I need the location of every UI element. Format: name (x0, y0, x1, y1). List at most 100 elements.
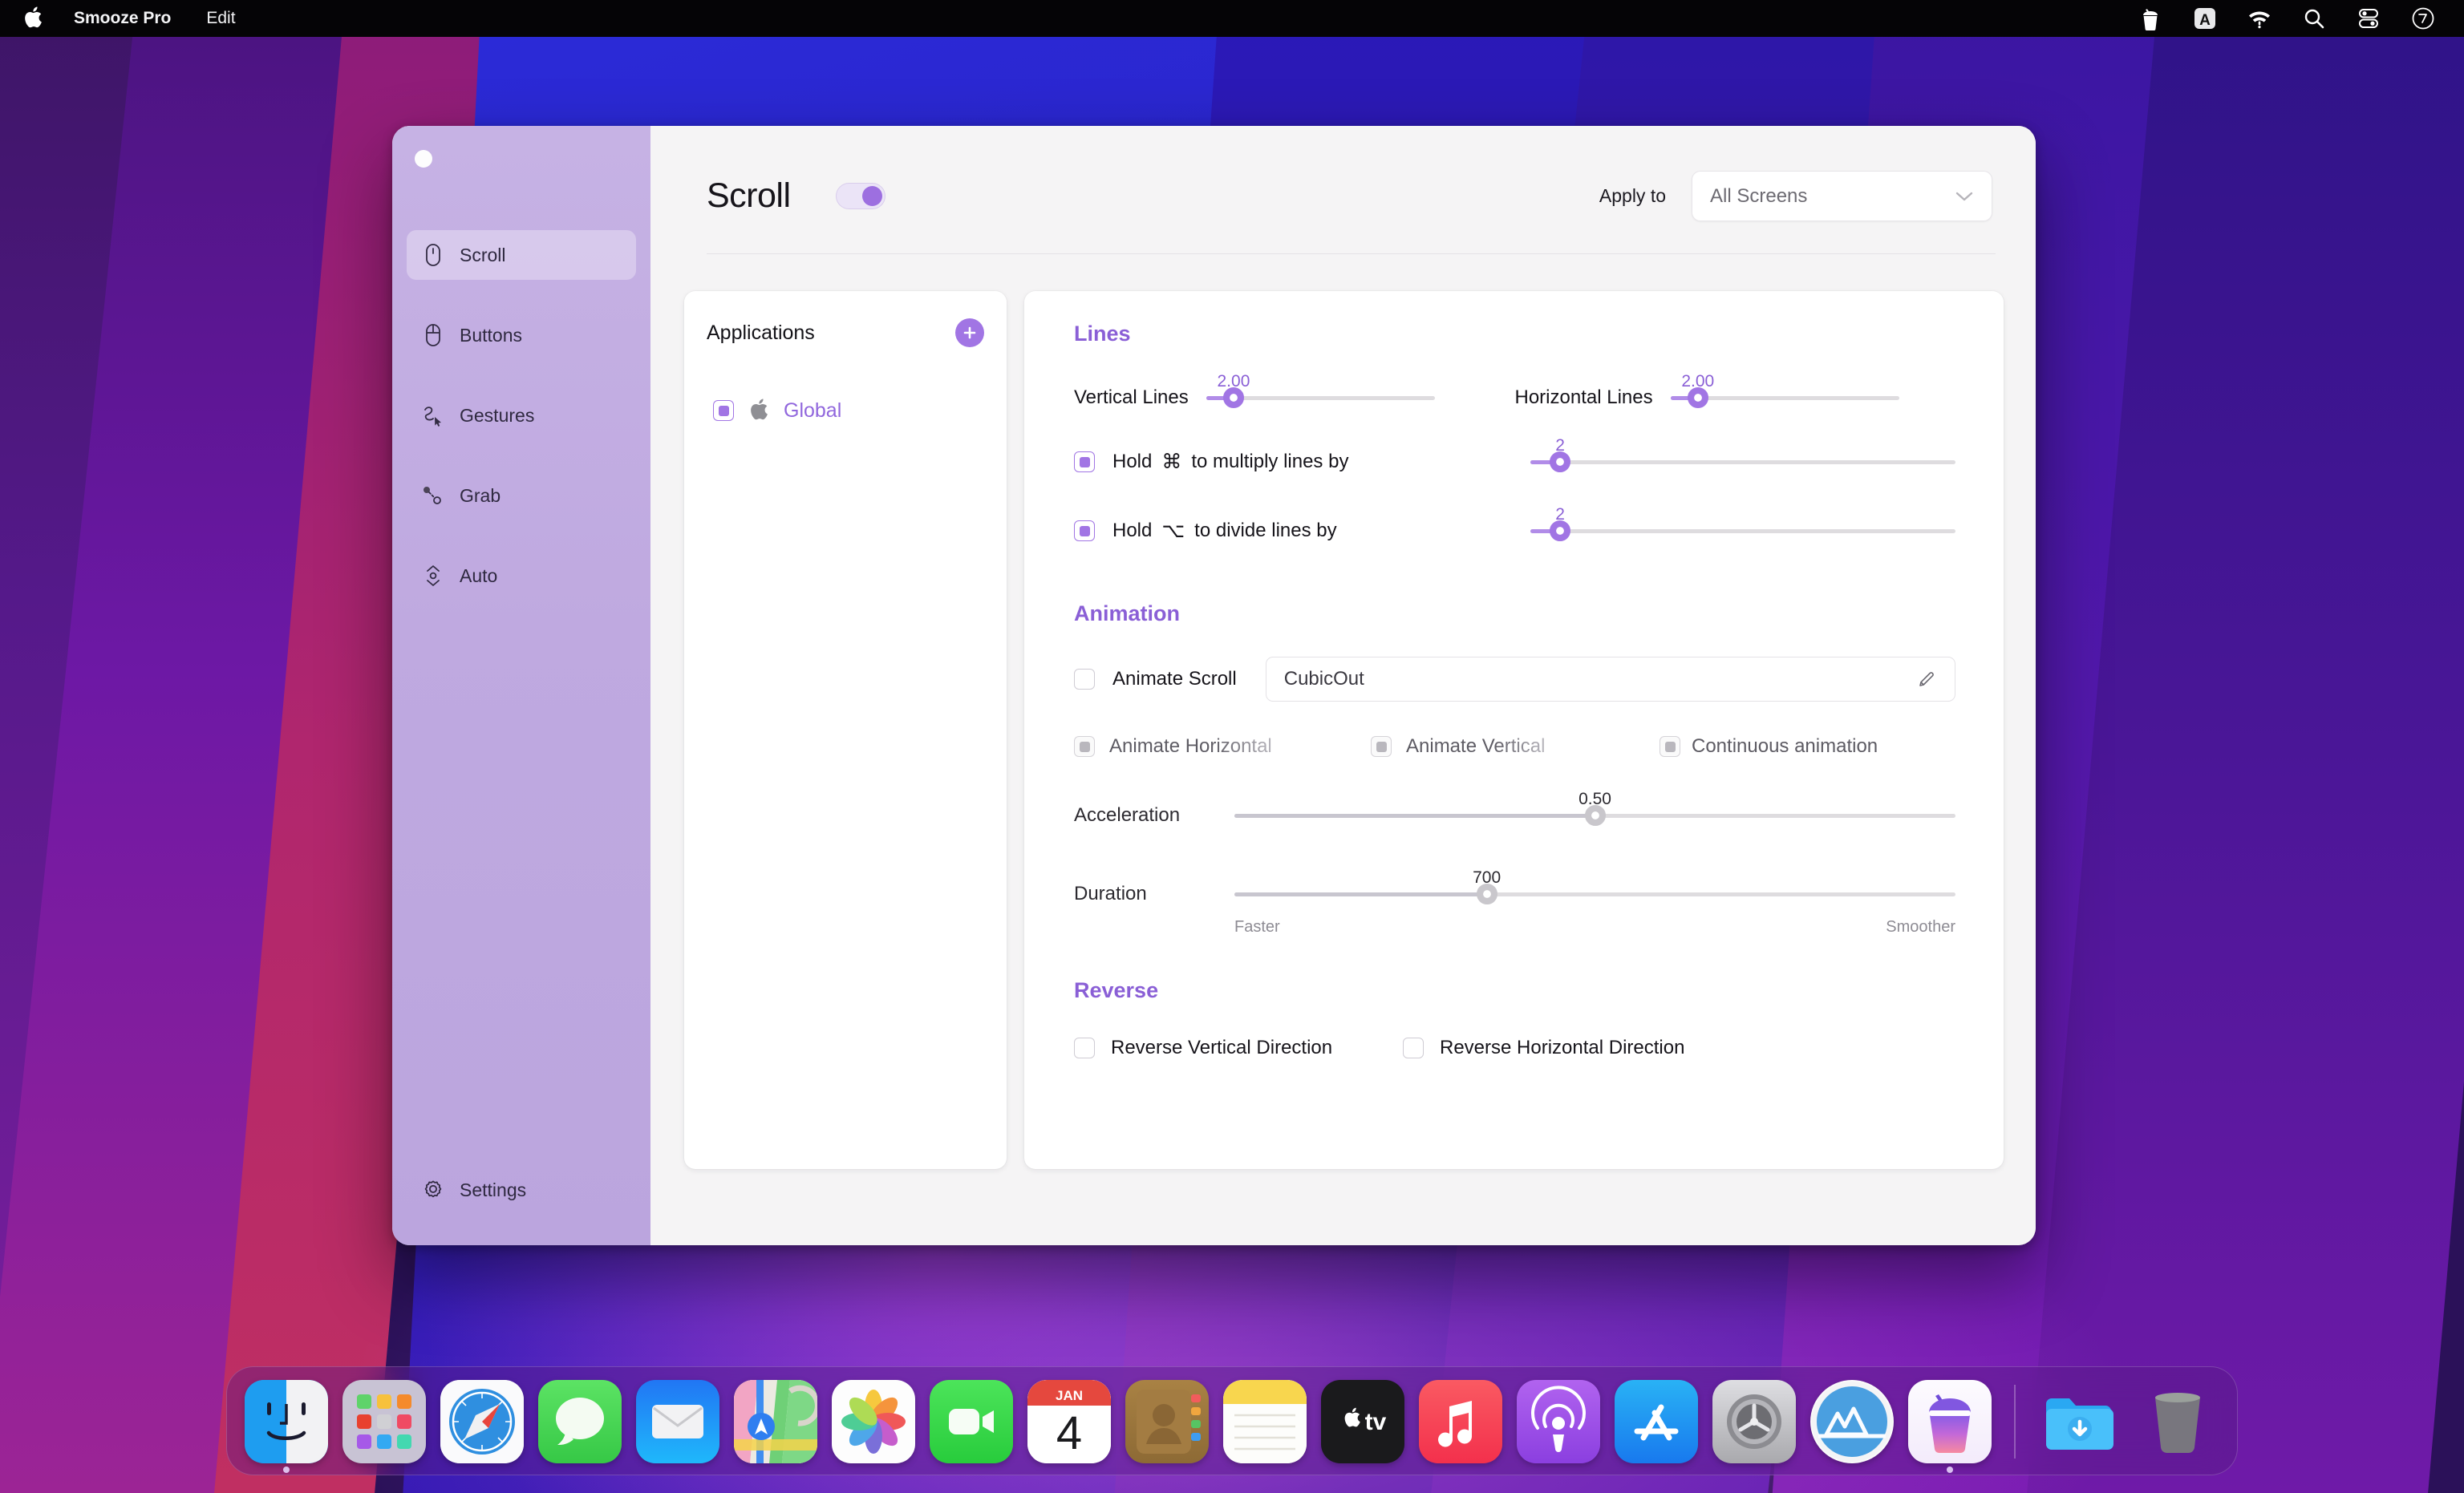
sidebar: Scroll Buttons Gestures Grab Auto Settin… (392, 126, 650, 1245)
control-center-icon[interactable] (2355, 5, 2382, 32)
siri-icon[interactable] (2409, 5, 2437, 32)
duration-slider[interactable]: 700 (1234, 868, 1955, 912)
reverse-vertical-label: Reverse Vertical Direction (1111, 1037, 1333, 1058)
continuous-animation-label: Continuous animation (1692, 735, 1878, 757)
dock-item-trash[interactable] (2136, 1380, 2219, 1463)
continuous-animation-checkbox[interactable] (1660, 736, 1680, 757)
divide-lines-checkbox[interactable] (1074, 520, 1095, 541)
dock-item-mountain[interactable] (1810, 1380, 1894, 1463)
dock-item-calendar[interactable]: JAN 4 (1027, 1380, 1111, 1463)
dock-item-smooze-pro[interactable] (1908, 1380, 1992, 1473)
reverse-vertical-checkbox[interactable] (1074, 1038, 1095, 1058)
dock-item-safari[interactable] (440, 1380, 524, 1463)
svg-text:tv: tv (1365, 1409, 1387, 1435)
pencil-icon[interactable] (1916, 669, 1937, 690)
gear-icon (421, 1178, 445, 1202)
sidebar-item-settings[interactable]: Settings (407, 1165, 636, 1215)
horizontal-lines-slider[interactable]: 2.00 (1670, 372, 1899, 415)
dock-item-podcasts[interactable] (1517, 1380, 1600, 1463)
sidebar-item-label: Settings (460, 1179, 527, 1200)
dock-item-maps[interactable] (734, 1380, 817, 1463)
calendar-month: JAN (1056, 1388, 1083, 1403)
grab-drag-icon (421, 484, 445, 508)
apply-to-group: Apply to All Screens (1599, 171, 1992, 221)
page-title: Scroll (707, 176, 791, 215)
multiply-lines-slider[interactable]: 2 (1530, 436, 1955, 479)
sidebar-nav: Scroll Buttons Gestures Grab Auto (392, 230, 650, 601)
apply-to-select[interactable]: All Screens (1692, 171, 1992, 221)
menu-app-name[interactable]: Smooze Pro (56, 0, 188, 37)
animate-scroll-row: Animate Scroll CubicOut (1074, 657, 1955, 702)
smooze-cup-icon[interactable] (2137, 5, 2164, 32)
dock-item-messages[interactable] (538, 1380, 622, 1463)
apply-to-value: All Screens (1710, 184, 1808, 207)
divide-lines-row: Hold ⌥ to divide lines by 2 (1074, 505, 1955, 548)
dock-item-contacts[interactable] (1125, 1380, 1209, 1463)
animate-horizontal-checkbox[interactable] (1074, 736, 1095, 757)
divide-hold-text: Hold (1112, 520, 1153, 541)
apple-grey-icon (748, 399, 769, 423)
sidebar-item-gestures[interactable]: Gestures (407, 390, 636, 440)
dock-item-system-preferences[interactable] (1712, 1380, 1796, 1463)
scroll-enable-toggle[interactable] (835, 183, 886, 209)
search-icon[interactable] (2300, 5, 2328, 32)
reverse-horizontal-group: Reverse Horizontal Direction (1403, 1037, 1684, 1059)
section-title-animation: Animation (1074, 601, 1180, 625)
reverse-options-row: Reverse Vertical Direction Reverse Horiz… (1074, 1037, 1955, 1059)
dock: JAN 4 tv (226, 1366, 2238, 1475)
dock-item-appstore[interactable] (1615, 1380, 1698, 1463)
option-key-icon: ⌥ (1161, 520, 1185, 542)
acceleration-row: Acceleration 0.50 (1074, 790, 1955, 833)
duration-hints: Faster Smoother (1074, 918, 1955, 937)
dock-item-photos[interactable] (832, 1380, 915, 1463)
mouse-buttons-icon (421, 323, 445, 347)
sidebar-item-auto[interactable]: Auto (407, 551, 636, 601)
animate-scroll-checkbox[interactable] (1074, 669, 1095, 690)
reverse-horizontal-checkbox[interactable] (1403, 1038, 1424, 1058)
easing-function-value: CubicOut (1283, 668, 1364, 690)
chevron-down-icon (1955, 191, 1974, 202)
list-item[interactable]: Global (707, 399, 984, 423)
multiply-lines-label: Hold ⌘ to multiply lines by (1112, 450, 1348, 474)
easing-function-field[interactable]: CubicOut (1265, 657, 1955, 702)
dock-item-finder[interactable] (245, 1380, 328, 1473)
menu-edit[interactable]: Edit (188, 0, 253, 37)
reverse-vertical-group: Reverse Vertical Direction (1074, 1037, 1371, 1059)
sidebar-item-scroll[interactable]: Scroll (407, 230, 636, 280)
animate-vertical-group: Animate Vertical (1371, 735, 1660, 758)
dock-item-mail[interactable] (636, 1380, 719, 1463)
acceleration-slider[interactable]: 0.50 (1234, 790, 1955, 833)
text-input-A-icon[interactable]: A (2191, 5, 2219, 32)
dock-item-appletv[interactable]: tv (1321, 1380, 1404, 1463)
sidebar-item-label: Buttons (460, 324, 522, 346)
dock-item-notes[interactable] (1223, 1380, 1307, 1463)
wifi-alert-icon[interactable] (2246, 5, 2273, 32)
application-name: Global (784, 399, 842, 422)
multiply-suffix-text: to multiply lines by (1191, 451, 1349, 472)
apple-menu-icon[interactable] (22, 6, 56, 30)
sidebar-item-label: Gestures (460, 404, 535, 426)
sidebar-bottom: Settings (407, 1165, 636, 1215)
window-traffic-lights[interactable] (415, 150, 432, 168)
sidebar-item-label: Grab (460, 484, 501, 506)
sidebar-item-grab[interactable]: Grab (407, 471, 636, 520)
command-key-icon: ⌘ (1161, 451, 1182, 473)
close-button[interactable] (415, 150, 432, 168)
divide-lines-slider[interactable]: 2 (1530, 505, 1955, 548)
add-application-button[interactable] (955, 318, 984, 347)
gesture-cursor-icon (421, 403, 445, 427)
dock-item-facetime[interactable] (930, 1380, 1013, 1463)
vertical-lines-slider[interactable]: 2.00 (1206, 372, 1435, 415)
multiply-lines-checkbox[interactable] (1074, 451, 1095, 472)
animate-vertical-checkbox[interactable] (1371, 736, 1392, 757)
application-enabled-checkbox[interactable] (713, 400, 734, 421)
dock-item-launchpad[interactable] (342, 1380, 426, 1463)
sidebar-item-buttons[interactable]: Buttons (407, 310, 636, 360)
divide-lines-label: Hold ⌥ to divide lines by (1112, 519, 1337, 543)
svg-text:A: A (2199, 12, 2211, 29)
animate-vertical-label: Animate Vertical (1406, 735, 1546, 757)
dock-item-music[interactable] (1419, 1380, 1502, 1463)
horizontal-lines-group: Horizontal Lines 2.00 (1515, 372, 1956, 415)
applications-title: Applications (707, 321, 815, 344)
dock-item-downloads[interactable] (2038, 1380, 2122, 1463)
